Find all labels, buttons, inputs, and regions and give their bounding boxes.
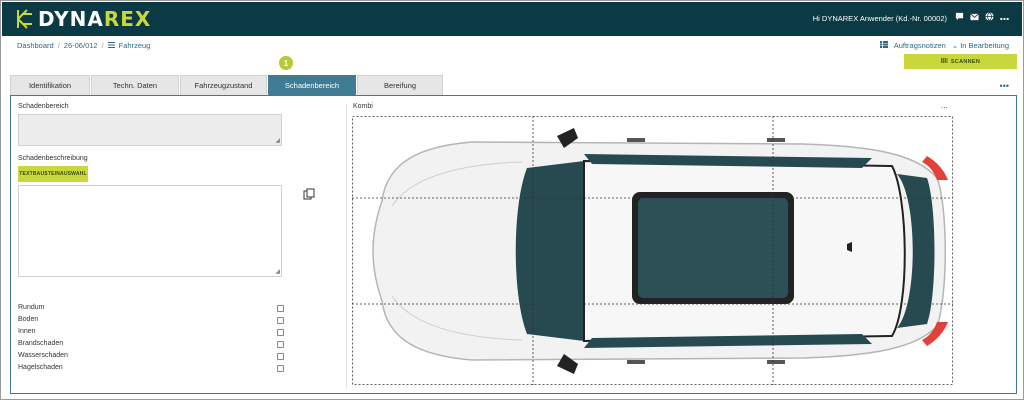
tab-identifikation[interactable]: Identifikation bbox=[10, 75, 90, 95]
top-bar: DYNAREX Hi DYNAREX Anwender (Kd.-Nr. 000… bbox=[2, 2, 1022, 36]
checkbox-row-rundum: Rundum bbox=[18, 304, 284, 314]
checkbox-row-hagelschaden: Hagelschaden bbox=[18, 364, 284, 374]
chat-icon[interactable] bbox=[955, 12, 964, 25]
checkbox-label: Brandschaden bbox=[18, 340, 64, 347]
globe-icon[interactable] bbox=[985, 12, 994, 25]
logo-mark-icon bbox=[17, 9, 32, 29]
textbaustein-button[interactable]: TEXTBAUSTEINAUSWAHL bbox=[18, 166, 88, 182]
resize-grip-icon[interactable]: ◢ bbox=[275, 138, 280, 144]
checkbox-label: Wasserschaden bbox=[18, 352, 68, 359]
checkbox-brandschaden[interactable] bbox=[277, 341, 284, 348]
status-text: In Bearbeitung bbox=[960, 41, 1009, 50]
app-window: DYNAREX Hi DYNAREX Anwender (Kd.-Nr. 000… bbox=[0, 0, 1024, 400]
breadcrumb-separator: / bbox=[57, 41, 60, 50]
tab-schadenbereich[interactable]: Schadenbereich bbox=[268, 75, 356, 95]
grid-list-icon bbox=[879, 41, 888, 50]
tab-bereifung[interactable]: Bereifung bbox=[357, 75, 443, 95]
status-dropdown[interactable]: ⌄ In Bearbeitung bbox=[952, 41, 1009, 50]
list-icon bbox=[107, 41, 115, 50]
tab-techn-daten[interactable]: Techn. Daten bbox=[91, 75, 179, 95]
logo-text: DYNAREX bbox=[38, 7, 152, 31]
mail-icon[interactable] bbox=[970, 13, 979, 25]
checkbox-wasserschaden[interactable] bbox=[277, 353, 284, 360]
schadenbereich-label: Schadenbereich bbox=[18, 103, 69, 110]
order-status-area: Auftragsnotizen ⌄ In Bearbeitung bbox=[879, 41, 1009, 50]
breadcrumb: Dashboard / 26-06/012 / Fahrzeug bbox=[17, 41, 150, 50]
schadenbeschreibung-label: Schadenbeschreibung bbox=[18, 155, 88, 162]
vehicle-diagram[interactable] bbox=[352, 116, 953, 385]
car-body bbox=[372, 128, 948, 374]
chevron-down-icon: ⌄ bbox=[951, 41, 959, 50]
checkbox-boden[interactable] bbox=[277, 317, 284, 324]
barcode-icon bbox=[940, 58, 948, 65]
breadcrumb-separator: / bbox=[101, 41, 104, 50]
checkbox-innen[interactable] bbox=[277, 329, 284, 336]
breadcrumb-current[interactable]: Fahrzeug bbox=[119, 41, 151, 50]
checkbox-hagelschaden[interactable] bbox=[277, 365, 284, 372]
breadcrumb-dashboard[interactable]: Dashboard bbox=[17, 41, 54, 50]
checkbox-label: Hagelschaden bbox=[18, 364, 63, 371]
breadcrumb-order[interactable]: 26-06/012 bbox=[64, 41, 98, 50]
vehicle-type-label: Kombi bbox=[353, 103, 373, 110]
tab-fahrzeugzustand[interactable]: Fahrzeugzustand bbox=[180, 75, 267, 95]
car-top-view bbox=[352, 116, 953, 385]
checkbox-row-wasserschaden: Wasserschaden bbox=[18, 352, 284, 362]
step-number-badge: 1 bbox=[279, 56, 293, 70]
dynarex-logo[interactable]: DYNAREX bbox=[16, 8, 151, 30]
panel-divider bbox=[346, 104, 347, 388]
checkbox-row-boden: Boden bbox=[18, 316, 284, 326]
checkbox-label: Boden bbox=[18, 316, 39, 323]
vehicle-menu-icon[interactable]: ... bbox=[941, 101, 948, 110]
checkbox-label: Innen bbox=[18, 328, 36, 335]
more-icon[interactable] bbox=[1000, 13, 1009, 25]
copy-icon[interactable] bbox=[303, 187, 315, 200]
damage-area-panel: Schadenbereich ◢ Schadenbeschreibung TEX… bbox=[10, 95, 1017, 394]
order-notes-link[interactable]: Auftragsnotizen bbox=[894, 41, 946, 50]
checkbox-label: Rundum bbox=[18, 304, 45, 311]
checkbox-rundum[interactable] bbox=[277, 305, 284, 312]
user-greeting[interactable]: Hi DYNAREX Anwender (Kd.-Nr. 00002) bbox=[813, 14, 947, 23]
checkbox-row-innen: Innen bbox=[18, 328, 284, 338]
schadenbeschreibung-field[interactable]: ◢ bbox=[18, 185, 282, 277]
tab-bar: Identifikation Techn. Daten Fahrzeugzust… bbox=[10, 75, 443, 95]
resize-grip-icon[interactable]: ◢ bbox=[275, 269, 280, 275]
scan-button-label: SCANNEN bbox=[950, 58, 981, 65]
checkbox-row-brandschaden: Brandschaden bbox=[18, 340, 284, 350]
scan-button[interactable]: SCANNEN bbox=[904, 54, 1017, 69]
schadenbereich-field[interactable]: ◢ bbox=[18, 114, 282, 146]
tab-more-icon[interactable]: ••• bbox=[1000, 81, 1009, 91]
